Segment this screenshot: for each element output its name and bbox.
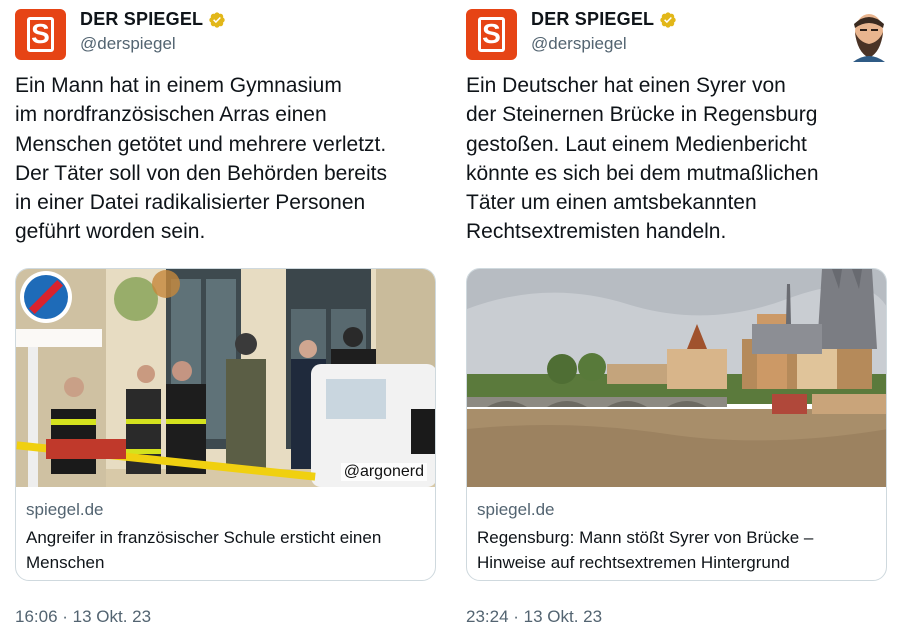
school-scene-illustration	[16, 269, 435, 487]
link-card[interactable]: spiegel.de Regensburg: Mann stößt Syrer …	[466, 268, 887, 581]
regensburg-scene-illustration	[467, 269, 886, 487]
verified-badge-icon	[209, 11, 225, 28]
tweet-text: Ein Mann hat in einem Gymnasium im nordf…	[15, 74, 387, 244]
card-body[interactable]: spiegel.de Regensburg: Mann stößt Syrer …	[467, 487, 886, 575]
tweet-right[interactable]: S DER SPIEGEL @derspiegel Ein Deutscher …	[465, 0, 887, 641]
card-domain: spiegel.de	[477, 500, 555, 519]
card-image-school[interactable]: @argonerd	[16, 269, 435, 487]
tweet-timestamp[interactable]: 23:24 · 13 Okt. 23	[466, 607, 602, 627]
author-row[interactable]: DER SPIEGEL	[80, 9, 226, 30]
author-display-name[interactable]: DER SPIEGEL	[80, 9, 203, 30]
verified-badge-icon	[660, 11, 676, 28]
spiegel-logo-letter: S	[27, 17, 54, 52]
spiegel-logo[interactable]: S	[15, 9, 66, 60]
spiegel-logo-letter: S	[478, 17, 505, 52]
card-body[interactable]: spiegel.de Angreifer in französischer Sc…	[16, 487, 435, 575]
spiegel-logo[interactable]: S	[466, 9, 517, 60]
author-display-name[interactable]: DER SPIEGEL	[531, 9, 654, 30]
image-watermark: @argonerd	[340, 463, 427, 481]
card-domain: spiegel.de	[26, 500, 104, 519]
card-title[interactable]: Regensburg: Mann stößt Syrer von Brücke …	[477, 525, 877, 575]
bearded-man-avatar-icon[interactable]	[849, 12, 889, 62]
author-handle[interactable]: @derspiegel	[80, 34, 176, 54]
author-handle[interactable]: @derspiegel	[531, 34, 627, 54]
author-row[interactable]: DER SPIEGEL	[531, 9, 677, 30]
link-card[interactable]: @argonerd spiegel.de Angreifer in franzö…	[15, 268, 436, 581]
card-title[interactable]: Angreifer in französischer Schule erstic…	[26, 525, 426, 575]
tweet-text: Ein Deutscher hat einen Syrer von der St…	[466, 74, 819, 244]
tweet-timestamp[interactable]: 16:06 · 13 Okt. 23	[15, 607, 151, 627]
tweet-left[interactable]: S DER SPIEGEL @derspiegel Ein Mann hat i…	[14, 0, 436, 641]
card-image-regensburg[interactable]	[467, 269, 886, 487]
